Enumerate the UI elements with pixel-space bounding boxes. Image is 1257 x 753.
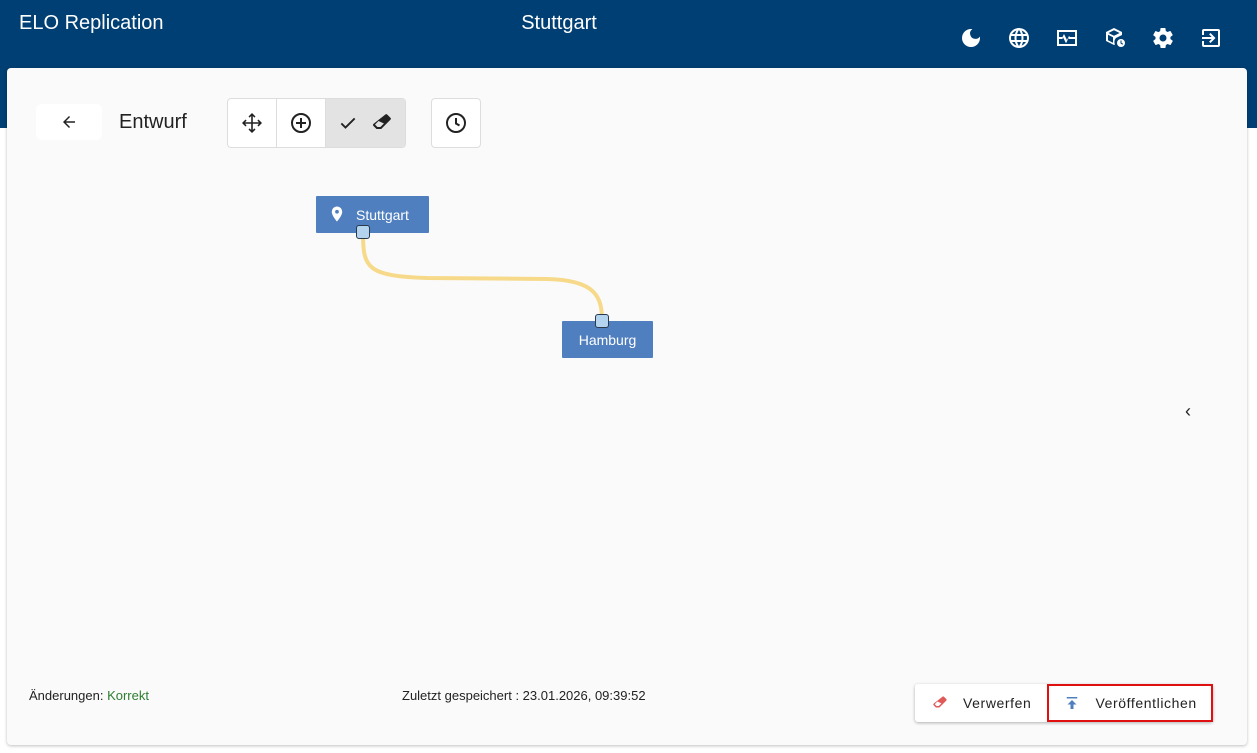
chevron-left-icon[interactable]: ‹ [1179, 401, 1197, 421]
check-icon [340, 117, 355, 129]
discard-button[interactable]: Verwerfen [915, 684, 1047, 722]
gear-icon[interactable] [1139, 24, 1187, 52]
logout-icon[interactable] [1187, 24, 1235, 52]
eraser-icon [372, 114, 391, 129]
tool-group [227, 98, 406, 148]
move-icon [242, 113, 262, 133]
clock-icon [446, 113, 466, 133]
changes-value: Korrekt [107, 688, 149, 703]
monitor-heartbeat-icon[interactable] [1043, 24, 1091, 52]
back-button[interactable] [36, 104, 102, 140]
discard-label: Verwerfen [963, 695, 1032, 711]
publish-button[interactable]: Veröffentlichen [1047, 684, 1213, 722]
last-saved: Zuletzt gespeichert : 23.01.2026, 09:39:… [402, 688, 646, 703]
graph-canvas [361, 232, 604, 322]
moon-icon[interactable] [947, 24, 995, 52]
package-clock-icon[interactable] [1091, 24, 1139, 52]
node-label: Hamburg [578, 331, 637, 348]
eraser-icon [933, 696, 947, 708]
add-circle-icon [291, 113, 311, 133]
node-stuttgart-output-port[interactable] [356, 225, 370, 239]
validate-erase-tool-button[interactable] [326, 99, 405, 147]
action-bar: Verwerfen Veröffentlichen [915, 684, 1213, 722]
add-node-button[interactable] [277, 99, 326, 147]
globe-icon[interactable] [995, 24, 1043, 52]
editor-card: Entwurf Stuttgart Hamburg ‹ Änderungen: … [7, 68, 1247, 745]
arrow-left-icon [63, 116, 75, 128]
publish-label: Veröffentlichen [1095, 695, 1197, 711]
changes-label: Änderungen: [29, 688, 104, 703]
node-label: Stuttgart [356, 206, 409, 223]
changes-status: Änderungen: Korrekt [29, 688, 149, 703]
location-pin-icon [331, 206, 343, 222]
replication-edge [361, 232, 604, 322]
node-hamburg-input-port[interactable] [595, 314, 609, 328]
history-button[interactable] [431, 98, 481, 148]
publish-icon [1067, 697, 1078, 709]
node-stuttgart[interactable]: Stuttgart [316, 196, 429, 233]
mode-label: Entwurf [119, 111, 187, 133]
move-tool-button[interactable] [228, 99, 277, 147]
header-actions [947, 24, 1235, 52]
